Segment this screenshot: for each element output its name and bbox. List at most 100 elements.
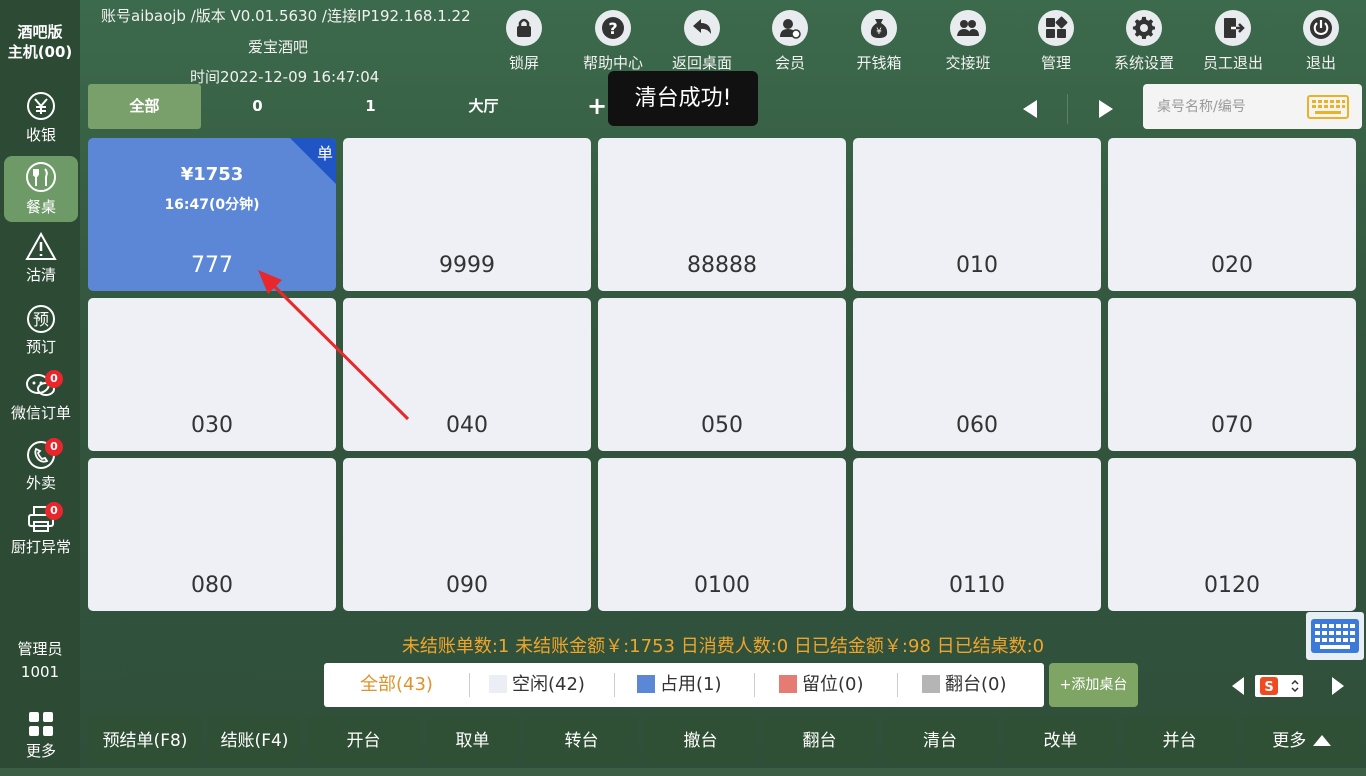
legend-divider (469, 673, 470, 697)
reserve-icon: 预 (27, 305, 55, 333)
table-card[interactable]: 060 (853, 298, 1101, 451)
lock-screen-button[interactable]: 锁屏 (484, 10, 564, 73)
gear-icon (1132, 16, 1155, 39)
tab-all-areas[interactable]: 全部 (88, 84, 201, 129)
turn-table-button[interactable]: 翻台 (763, 717, 876, 765)
grid-manage-icon (1046, 16, 1068, 38)
table-number: 0120 (1204, 573, 1260, 598)
user-id: 1001 (20, 663, 60, 681)
filter-reserved[interactable]: 留位(0) (779, 663, 864, 707)
sidebar-more-button[interactable]: 更多 (4, 710, 78, 776)
table-number: 060 (956, 413, 998, 438)
table-number: 050 (701, 413, 743, 438)
fetch-order-button[interactable]: 取单 (426, 717, 519, 765)
table-number: 020 (1211, 253, 1253, 278)
sidebar-item-reserve[interactable]: 预 预订 (4, 304, 78, 370)
ime-dropdown-icon (1291, 680, 1299, 692)
member-button[interactable]: 会员 (750, 10, 830, 73)
app-window: 酒吧版 主机(00) 收银 餐桌 沽清 预 预订 0 微信订单 0 外卖 0 厨… (0, 0, 1366, 768)
table-search-input[interactable] (1155, 94, 1309, 120)
svg-text:?: ? (608, 19, 617, 38)
lock-icon (517, 18, 531, 37)
keyboard-icon[interactable] (1307, 95, 1349, 119)
table-card[interactable]: 88888 (598, 138, 846, 291)
busy-swatch (637, 675, 655, 693)
table-card[interactable]: 090 (343, 458, 591, 611)
table-number: 080 (191, 573, 233, 598)
power-icon (1310, 17, 1332, 39)
sidebar-item-wechat-orders[interactable]: 0 微信订单 (4, 370, 78, 438)
return-desktop-button[interactable]: 返回桌面 (662, 10, 742, 73)
filter-turn[interactable]: 翻台(0) (922, 663, 1007, 707)
staff-logout-button[interactable]: 员工退出 (1193, 10, 1273, 73)
page-next-icon[interactable] (1097, 99, 1115, 119)
sidebar-item-kitchen-print-error[interactable]: 0 厨打异常 (4, 502, 78, 570)
warning-icon (25, 232, 57, 260)
sogou-ime-icon: S (1260, 677, 1278, 695)
add-table-button[interactable]: +添加桌台 (1049, 663, 1138, 707)
grid-menu-icon (29, 712, 53, 736)
filter-free[interactable]: 空闲(42) (489, 663, 585, 707)
toast-message: 清台成功! (608, 71, 758, 126)
free-swatch (489, 675, 507, 693)
daily-summary: 未结账单数:1 未结账金额￥:1753 日消费人数:0 日已结金额￥:98 日已… (401, 636, 1045, 657)
merge-table-button[interactable]: 并台 (1123, 717, 1236, 765)
help-center-button[interactable]: ? 帮助中心 (573, 10, 653, 73)
legend-prev-icon[interactable] (1230, 676, 1246, 696)
tab-area-1[interactable]: 1 (314, 84, 427, 129)
open-cashbox-button[interactable]: ¥ 开钱箱 (839, 10, 919, 73)
sidebar-item-takeout[interactable]: 0 外卖 (4, 438, 78, 506)
clear-table-button[interactable]: 清台 (882, 717, 998, 765)
status-filter-bar: 全部(43) 空闲(42) 占用(1) 留位(0) 翻台(0) (324, 663, 1044, 707)
tab-area-hall[interactable]: 大厅 (427, 84, 540, 129)
transfer-table-button[interactable]: 转台 (525, 717, 638, 765)
open-table-button[interactable]: 开台 (307, 717, 420, 765)
reserved-swatch (779, 675, 797, 693)
table-card[interactable]: 070 (1108, 298, 1356, 451)
filter-all[interactable]: 全部(43) (360, 663, 433, 707)
logout-icon (1224, 18, 1245, 38)
more-actions-button[interactable]: 更多 (1243, 717, 1361, 765)
checkout-button[interactable]: 结账(F4) (208, 717, 301, 765)
turn-swatch (922, 675, 940, 693)
tab-area-0[interactable]: 0 (201, 84, 314, 129)
filter-busy[interactable]: 占用(1) (637, 663, 722, 707)
legend-divider (897, 673, 898, 697)
table-card[interactable]: 010 (853, 138, 1101, 291)
sidebar-item-soldout[interactable]: 沽清 (4, 232, 78, 298)
table-number: 0100 (694, 573, 750, 598)
takeout-badge: 0 (45, 438, 63, 456)
yen-circle-icon (27, 92, 55, 120)
table-open-time: 16:47(0分钟) (164, 197, 260, 213)
shop-name: 爱宝酒吧 (248, 38, 309, 56)
pager-divider (1067, 94, 1068, 124)
table-number: 0110 (949, 573, 1005, 598)
table-card[interactable]: 020 (1108, 138, 1356, 291)
cancel-table-button[interactable]: 撤台 (644, 717, 757, 765)
wechat-orders-badge: 0 (45, 370, 63, 388)
shift-handover-button[interactable]: 交接班 (928, 10, 1008, 73)
member-icon (780, 19, 801, 39)
table-card[interactable]: 080 (88, 458, 336, 611)
table-card[interactable]: 0120 (1108, 458, 1356, 611)
legend-next-icon[interactable] (1330, 676, 1346, 696)
annotation-arrow (258, 270, 410, 421)
pre-checkout-button[interactable]: 预结单(F8) (88, 717, 202, 765)
svg-text:¥: ¥ (876, 27, 882, 37)
sidebar-item-tables[interactable]: 餐桌 (4, 156, 78, 222)
table-number: 010 (956, 253, 998, 278)
sidebar-item-cashier[interactable]: 收银 (4, 90, 78, 156)
modify-order-button[interactable]: 改单 (1004, 717, 1117, 765)
table-card[interactable]: 0110 (853, 458, 1101, 611)
help-icon: ? (602, 17, 624, 39)
fork-knife-icon (26, 162, 56, 192)
ime-indicator[interactable]: S (1255, 675, 1303, 697)
table-card[interactable]: 0100 (598, 458, 846, 611)
page-prev-icon[interactable] (1021, 99, 1039, 119)
exit-button[interactable]: 退出 (1281, 10, 1361, 73)
handover-icon (957, 20, 979, 36)
manage-button[interactable]: 管理 (1016, 10, 1096, 73)
table-card[interactable]: 050 (598, 298, 846, 451)
svg-text:预: 预 (33, 310, 49, 329)
system-settings-button[interactable]: 系统设置 (1104, 10, 1184, 73)
